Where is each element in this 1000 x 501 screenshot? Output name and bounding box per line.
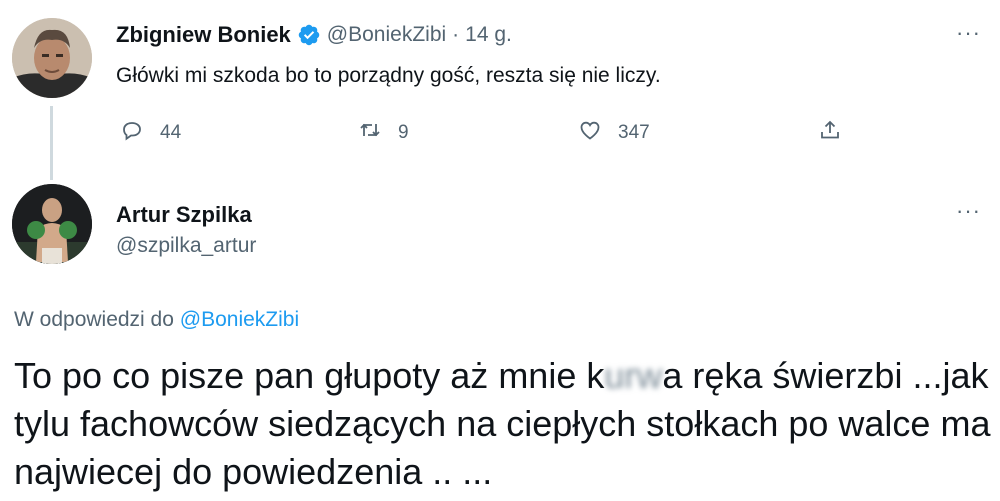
tweet2-more-button[interactable]: ···: [956, 198, 981, 224]
tweet2-text-blurred: urw: [604, 355, 663, 396]
thread-connector-line: [50, 106, 53, 180]
tweet2-text: To po co pisze pan głupoty aż mnie kurwa…: [14, 352, 994, 496]
tweet1-display-name[interactable]: Zbigniew Boniek: [116, 22, 291, 48]
avatar-szpilka[interactable]: [12, 184, 92, 264]
tweet1-more-button[interactable]: ···: [956, 20, 981, 46]
heart-icon: [578, 118, 602, 148]
share-icon: [818, 118, 842, 148]
retweet-icon: [358, 118, 382, 148]
tweet1-separator: ·: [452, 23, 460, 46]
tweet1-timestamp[interactable]: 14 g.: [465, 23, 512, 47]
tweet2-display-name[interactable]: Artur Szpilka: [116, 202, 252, 228]
reply-mention-link[interactable]: @BoniekZibi: [180, 308, 299, 331]
share-action[interactable]: [818, 118, 842, 148]
like-action[interactable]: 347: [578, 118, 650, 148]
tweet1-header: Zbigniew Boniek @BoniekZibi · 14 g.: [116, 22, 512, 48]
like-count: 347: [618, 122, 650, 143]
tweet1-handle[interactable]: @BoniekZibi: [327, 23, 446, 47]
reply-context: W odpowiedzi do @BoniekZibi: [14, 308, 299, 332]
verified-badge-icon: [297, 23, 321, 47]
tweet2-handle[interactable]: @szpilka_artur: [116, 234, 256, 258]
reply-count: 44: [160, 122, 182, 143]
tweet1-text: Główki mi szkoda bo to porządny gość, re…: [116, 64, 661, 87]
reply-prefix: W odpowiedzi do: [14, 308, 174, 331]
reply-action[interactable]: 44: [120, 118, 181, 148]
tweet2-text-part1: To po co pisze pan głupoty aż mnie k: [14, 355, 605, 396]
avatar-boniek[interactable]: [12, 18, 92, 98]
retweet-action[interactable]: 9: [358, 118, 409, 148]
retweet-count: 9: [398, 122, 409, 143]
reply-icon: [120, 118, 144, 148]
